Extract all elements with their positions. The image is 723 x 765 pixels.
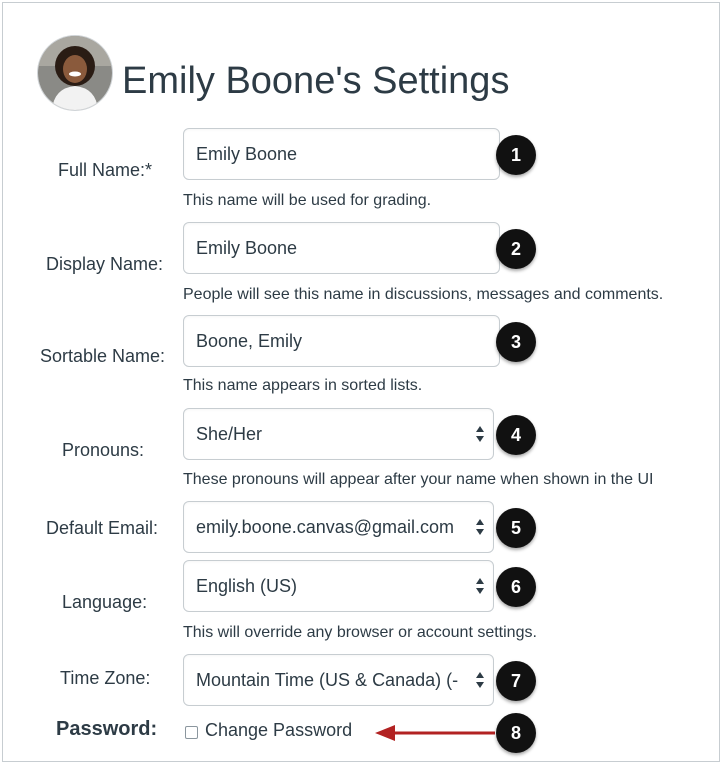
full-name-label: Full Name:* bbox=[58, 160, 153, 180]
language-label: Language: bbox=[62, 592, 148, 612]
chevron-up-down-icon bbox=[476, 672, 484, 688]
annotation-badge-4: 4 bbox=[496, 415, 536, 455]
annotation-badge-1: 1 bbox=[496, 135, 536, 175]
display-name-label: Display Name: bbox=[46, 254, 164, 274]
full-name-input[interactable]: Emily Boone bbox=[183, 128, 500, 180]
default-email-value: emily.boone.canvas@gmail.com bbox=[196, 517, 455, 537]
annotation-badge-3: 3 bbox=[496, 322, 536, 362]
pronouns-help: These pronouns will appear after your na… bbox=[183, 471, 654, 488]
display-name-input[interactable]: Emily Boone bbox=[183, 222, 500, 274]
annotation-badge-2: 2 bbox=[496, 229, 536, 269]
language-help: This will override any browser or accoun… bbox=[183, 624, 537, 641]
change-password-checkbox[interactable] bbox=[185, 726, 198, 739]
time-zone-value: Mountain Time (US & Canada) (- bbox=[196, 670, 459, 690]
chevron-up-down-icon bbox=[476, 578, 484, 594]
default-email-select[interactable]: emily.boone.canvas@gmail.com bbox=[183, 501, 494, 553]
sortable-name-input[interactable]: Boone, Emily bbox=[183, 315, 500, 367]
display-name-help: People will see this name in discussions… bbox=[183, 286, 664, 303]
language-select[interactable]: English (US) bbox=[183, 560, 494, 612]
change-password-label[interactable]: Change Password bbox=[205, 720, 352, 741]
left-arrow-icon bbox=[375, 725, 495, 741]
avatar-photo bbox=[38, 36, 112, 110]
sortable-name-help: This name appears in sorted lists. bbox=[183, 377, 423, 394]
avatar[interactable] bbox=[38, 36, 112, 110]
password-label: Password: bbox=[56, 718, 158, 740]
pronouns-value: She/Her bbox=[196, 424, 263, 444]
annotation-badge-7: 7 bbox=[496, 661, 536, 701]
full-name-help: This name will be used for grading. bbox=[183, 192, 432, 209]
chevron-up-down-icon bbox=[476, 426, 484, 442]
annotation-badge-6: 6 bbox=[496, 567, 536, 607]
time-zone-label: Time Zone: bbox=[60, 668, 151, 688]
page-title: Emily Boone's Settings bbox=[122, 60, 510, 102]
time-zone-select[interactable]: Mountain Time (US & Canada) (- bbox=[183, 654, 494, 706]
chevron-up-down-icon bbox=[476, 519, 484, 535]
default-email-label: Default Email: bbox=[46, 518, 159, 538]
pronouns-label: Pronouns: bbox=[62, 440, 145, 460]
annotation-badge-5: 5 bbox=[496, 508, 536, 548]
sortable-name-label: Sortable Name: bbox=[40, 346, 166, 366]
pronouns-select[interactable]: She/Her bbox=[183, 408, 494, 460]
language-value: English (US) bbox=[196, 576, 298, 596]
annotation-badge-8: 8 bbox=[496, 713, 536, 753]
